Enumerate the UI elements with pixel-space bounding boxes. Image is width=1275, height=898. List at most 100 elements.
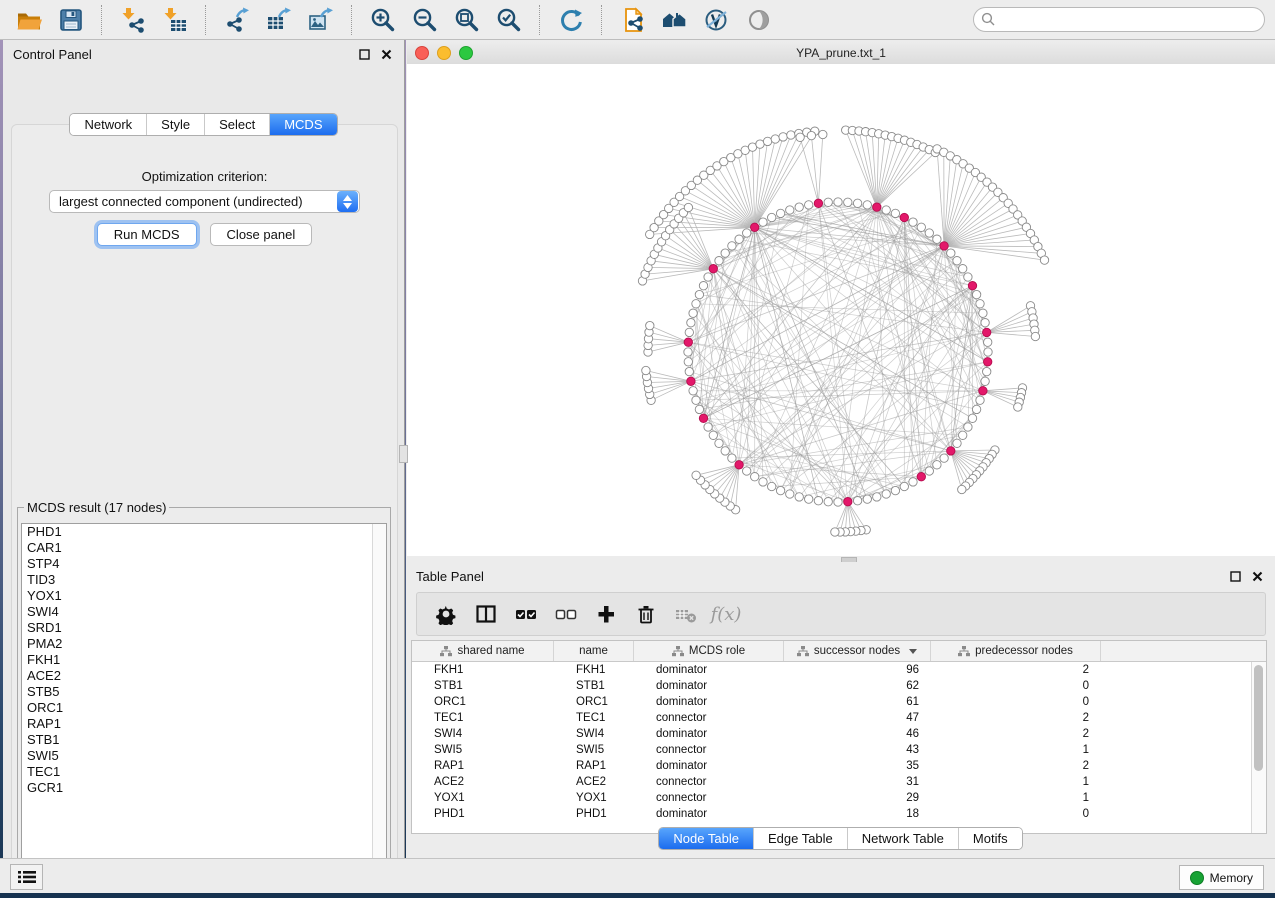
table-cell[interactable]: dominator (634, 696, 784, 708)
table-cell[interactable]: RAP1 (412, 760, 554, 772)
delete-table-button[interactable] (669, 597, 703, 631)
memory-button[interactable]: Memory (1179, 865, 1264, 890)
select-all-button[interactable] (509, 597, 543, 631)
table-cell[interactable]: ACE2 (554, 776, 634, 788)
network-manager-button[interactable] (657, 3, 693, 37)
import-table-button[interactable] (157, 3, 193, 37)
table-cell[interactable]: dominator (634, 728, 784, 740)
mcds-result-item[interactable]: SRD1 (22, 620, 386, 636)
zoom-fit-button[interactable] (449, 3, 485, 37)
table-cell[interactable]: STB1 (554, 680, 634, 692)
mcds-result-item[interactable]: ORC1 (22, 700, 386, 716)
table-cell[interactable]: connector (634, 792, 784, 804)
table-cell[interactable]: RAP1 (554, 760, 634, 772)
mcds-result-item[interactable]: CAR1 (22, 540, 386, 556)
vertical-splitter-handle[interactable] (399, 445, 408, 463)
table-cell[interactable]: dominator (634, 680, 784, 692)
new-network-file-button[interactable] (615, 3, 651, 37)
mcds-result-item[interactable]: ACE2 (22, 668, 386, 684)
table-cell[interactable]: 31 (784, 776, 931, 788)
table-cell[interactable]: dominator (634, 664, 784, 676)
table-cell[interactable]: PHD1 (412, 808, 554, 820)
table-cell[interactable]: FKH1 (554, 664, 634, 676)
float-panel-button[interactable] (356, 46, 372, 62)
vizmapper-button[interactable] (699, 3, 735, 37)
table-cell[interactable]: 2 (931, 728, 1101, 740)
mcds-result-item[interactable]: GCR1 (22, 780, 386, 796)
tab-node-table[interactable]: Node Table (659, 828, 753, 849)
refresh-layout-button[interactable] (553, 3, 589, 37)
export-network-button[interactable] (219, 3, 255, 37)
mcds-result-item[interactable]: SWI5 (22, 748, 386, 764)
tab-select[interactable]: Select (204, 114, 269, 135)
column-header-successor-nodes[interactable]: successor nodes (784, 641, 931, 661)
table-row[interactable]: STB1STB1dominator620 (412, 678, 1266, 694)
add-column-button[interactable] (589, 597, 623, 631)
mcds-result-item[interactable]: PHD1 (22, 524, 386, 540)
table-cell[interactable]: 2 (931, 664, 1101, 676)
table-cell[interactable]: SWI5 (554, 744, 634, 756)
close-panel-button[interactable]: Close panel (210, 223, 313, 246)
table-row[interactable]: TEC1TEC1connector472 (412, 710, 1266, 726)
table-cell[interactable]: ORC1 (412, 696, 554, 708)
table-row[interactable]: FKH1FKH1dominator962 (412, 662, 1266, 678)
table-cell[interactable]: YOX1 (412, 792, 554, 804)
table-cell[interactable]: connector (634, 712, 784, 724)
table-scrollbar[interactable] (1251, 662, 1266, 833)
table-row[interactable]: YOX1YOX1connector291 (412, 790, 1266, 806)
table-cell[interactable]: 2 (931, 760, 1101, 772)
table-row[interactable]: PHD1PHD1dominator180 (412, 806, 1266, 822)
maximize-window-icon[interactable] (459, 46, 473, 60)
table-cell[interactable]: 47 (784, 712, 931, 724)
table-cell[interactable]: 43 (784, 744, 931, 756)
table-cell[interactable]: connector (634, 776, 784, 788)
table-cell[interactable]: YOX1 (554, 792, 634, 804)
gear-button[interactable] (429, 597, 463, 631)
hide-panel-button[interactable] (741, 3, 777, 37)
tab-edge-table[interactable]: Edge Table (753, 828, 847, 849)
close-window-icon[interactable] (415, 46, 429, 60)
close-table-panel-button[interactable] (1249, 568, 1265, 584)
tab-style[interactable]: Style (146, 114, 204, 135)
table-cell[interactable]: connector (634, 744, 784, 756)
float-table-panel-button[interactable] (1227, 568, 1243, 584)
table-cell[interactable]: 0 (931, 680, 1101, 692)
table-cell[interactable]: SWI4 (554, 728, 634, 740)
table-cell[interactable]: STB1 (412, 680, 554, 692)
zoom-selected-button[interactable] (491, 3, 527, 37)
minimize-window-icon[interactable] (437, 46, 451, 60)
column-header-name[interactable]: name (554, 641, 634, 661)
table-scrollbar-thumb[interactable] (1254, 665, 1263, 771)
tab-mcds[interactable]: MCDS (269, 114, 336, 135)
table-cell[interactable]: 1 (931, 776, 1101, 788)
table-cell[interactable]: 0 (931, 696, 1101, 708)
zoom-in-button[interactable] (365, 3, 401, 37)
mcds-result-item[interactable]: TID3 (22, 572, 386, 588)
table-cell[interactable]: 18 (784, 808, 931, 820)
column-header-MCDS-role[interactable]: MCDS role (634, 641, 784, 661)
mcds-result-item[interactable]: RAP1 (22, 716, 386, 732)
table-cell[interactable]: SWI4 (412, 728, 554, 740)
table-cell[interactable]: dominator (634, 808, 784, 820)
delete-column-button[interactable] (629, 597, 663, 631)
table-row[interactable]: ACE2ACE2connector311 (412, 774, 1266, 790)
table-cell[interactable]: 61 (784, 696, 931, 708)
export-table-button[interactable] (261, 3, 297, 37)
table-cell[interactable]: 2 (931, 712, 1101, 724)
table-row[interactable]: ORC1ORC1dominator610 (412, 694, 1266, 710)
table-cell[interactable]: ACE2 (412, 776, 554, 788)
column-header-shared-name[interactable]: shared name (412, 641, 554, 661)
run-mcds-button[interactable]: Run MCDS (97, 223, 197, 246)
mcds-result-list[interactable]: PHD1CAR1STP4TID3YOX1SWI4SRD1PMA2FKH1ACE2… (21, 523, 387, 873)
tab-motifs[interactable]: Motifs (958, 828, 1022, 849)
function-builder-button[interactable]: f(x) (709, 597, 743, 631)
table-cell[interactable]: 0 (931, 808, 1101, 820)
open-session-button[interactable] (11, 3, 47, 37)
table-cell[interactable]: 1 (931, 744, 1101, 756)
mcds-result-item[interactable]: STB1 (22, 732, 386, 748)
split-panel-button[interactable] (469, 597, 503, 631)
mcds-result-item[interactable]: TEC1 (22, 764, 386, 780)
task-history-button[interactable] (10, 864, 43, 890)
column-header-predecessor-nodes[interactable]: predecessor nodes (931, 641, 1101, 661)
tab-network-table[interactable]: Network Table (847, 828, 958, 849)
